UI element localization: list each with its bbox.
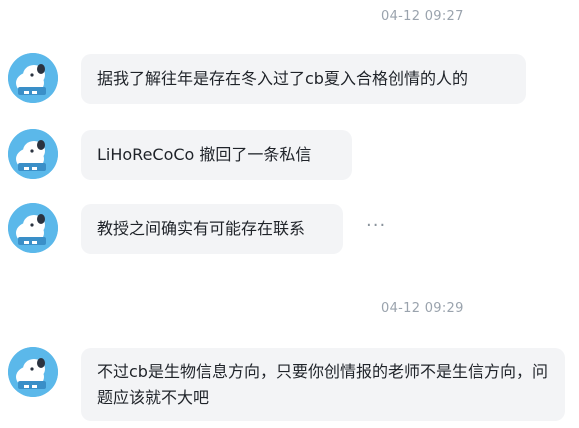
message-bubble[interactable]: 不过cb是生物信息方向，只要你创情报的老师不是生信方向，问题应该就不大吧 (81, 348, 565, 421)
timestamp: 04-12 09:29 (381, 301, 464, 316)
avatar[interactable] (8, 53, 58, 103)
avatar[interactable] (8, 347, 58, 397)
cartoon-dog-avatar-icon (8, 347, 58, 397)
timestamp: 04-12 09:27 (381, 9, 464, 24)
avatar[interactable] (8, 203, 58, 253)
message-bubble[interactable]: 据我了解往年是存在冬入过了cb夏入合格创情的人的 (81, 54, 526, 104)
more-options-icon[interactable]: ··· (366, 215, 386, 236)
cartoon-dog-avatar-icon (8, 203, 58, 253)
avatar[interactable] (8, 129, 58, 179)
recall-notice-bubble[interactable]: LiHoReCoCo 撤回了一条私信 (81, 130, 352, 180)
message-bubble[interactable]: 教授之间确实有可能存在联系 (81, 204, 343, 254)
cartoon-dog-avatar-icon (8, 53, 58, 103)
cartoon-dog-avatar-icon (8, 129, 58, 179)
